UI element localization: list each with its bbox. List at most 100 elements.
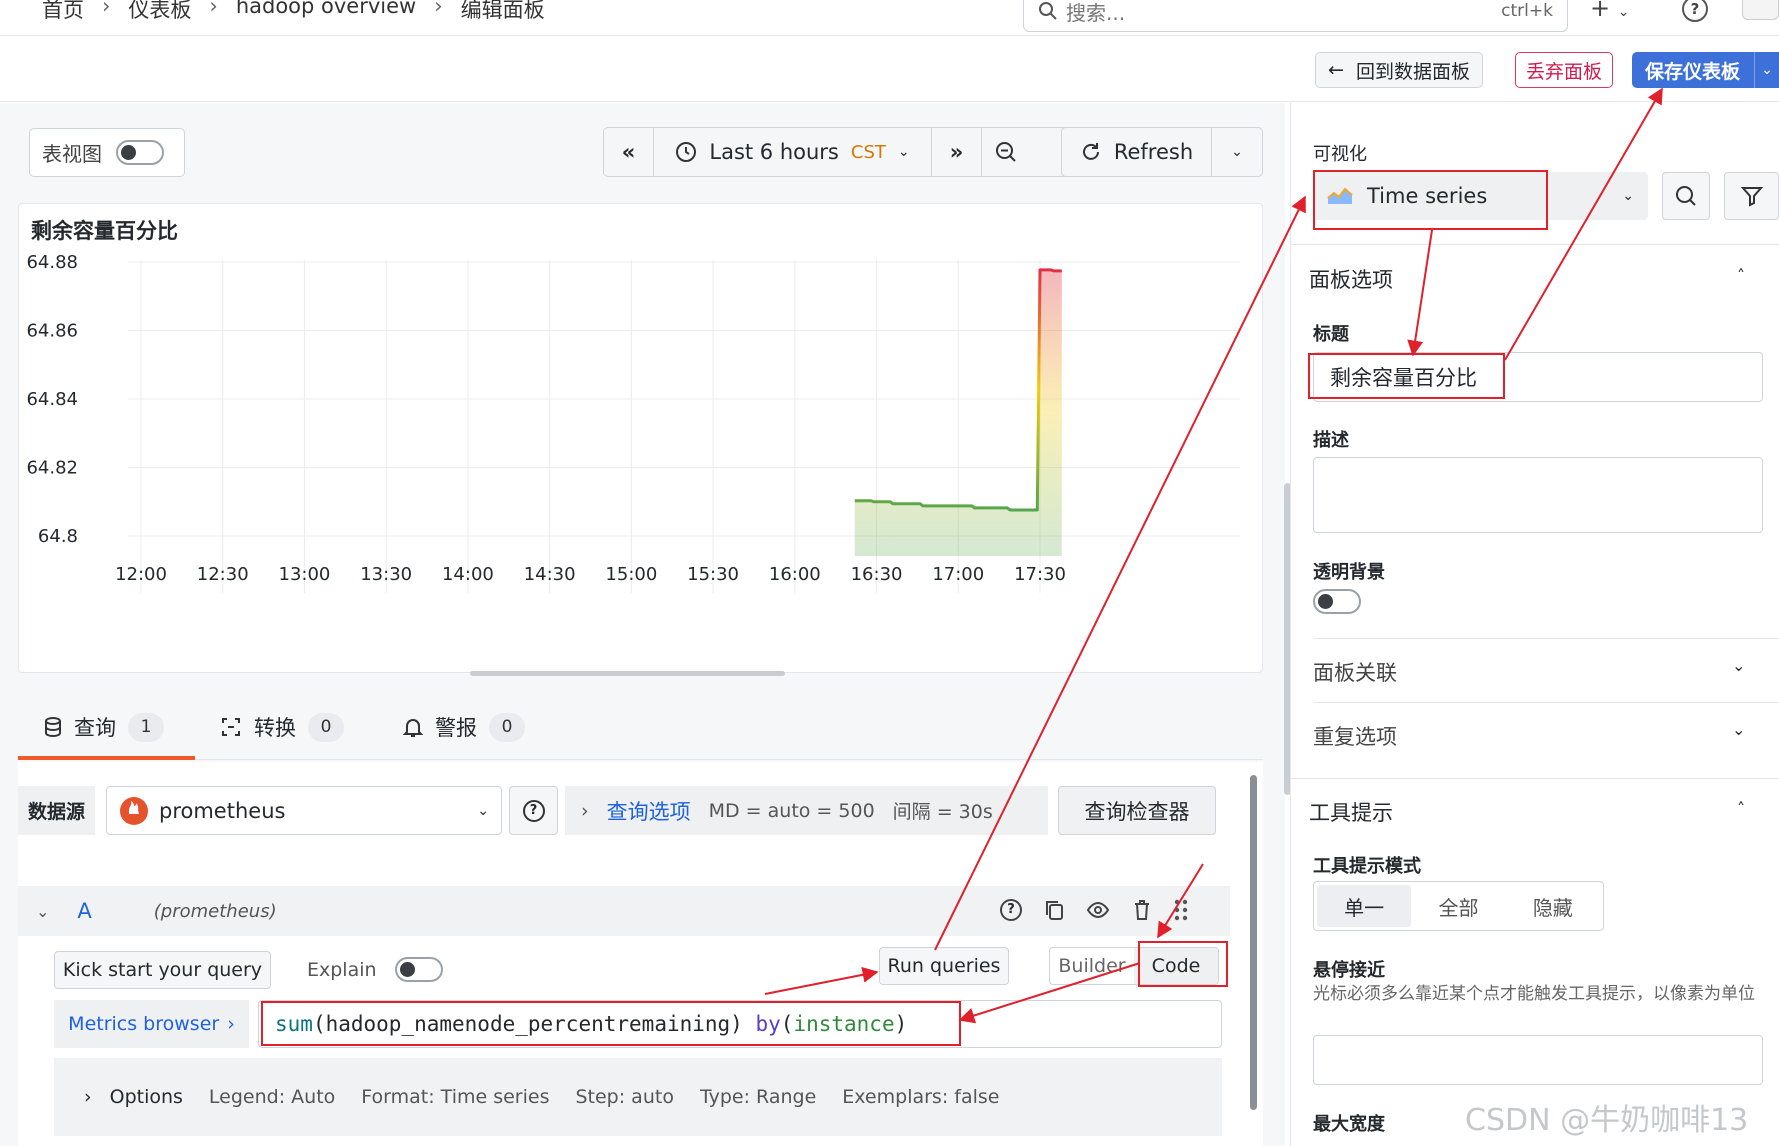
tab-queries-label: 查询 — [74, 716, 116, 740]
visualization-picker[interactable]: Time series ⌄ — [1313, 172, 1648, 220]
time-range-picker[interactable]: Last 6 hours CST ⌄ — [654, 128, 932, 176]
tab-alerts-count: 0 — [489, 712, 525, 742]
breadcrumb-dashboard[interactable]: hadoop overview — [236, 0, 416, 24]
chevron-right-icon: › — [209, 0, 218, 18]
options-format: Format: Time series — [361, 1086, 550, 1108]
query-options-link[interactable]: 查询选项 — [607, 796, 691, 826]
y-tick-label: 64.8 — [38, 526, 78, 547]
chevron-up-icon[interactable]: ˄ — [1737, 799, 1745, 818]
table-view-label: 表视图 — [42, 142, 102, 166]
query-ref-id[interactable]: A — [77, 899, 91, 923]
timezone-label: CST — [850, 141, 886, 163]
explain-label: Explain — [307, 958, 377, 981]
search-input[interactable]: 搜索... ctrl+k — [1023, 0, 1568, 32]
datasource-help-button[interactable]: ? — [509, 786, 558, 835]
search-options-button[interactable] — [1662, 172, 1710, 220]
query-inspector-button[interactable]: 查询检查器 — [1058, 786, 1216, 835]
builder-mode-button[interactable]: Builder — [1050, 948, 1134, 984]
discard-label: 丢弃面板 — [1525, 60, 1602, 83]
refresh-interval-dropdown[interactable]: ⌄ — [1212, 128, 1262, 176]
expr-function: sum — [275, 1012, 313, 1036]
promql-editor[interactable]: sum(hadoop_namenode_percentremaining) by… — [258, 1000, 1222, 1048]
tooltip-header[interactable]: 工具提示 — [1309, 797, 1393, 827]
time-shift-forward-button[interactable]: » — [932, 128, 982, 176]
metrics-browser-button[interactable]: Metrics browser › — [54, 1000, 249, 1048]
chart-scrollbar[interactable] — [470, 671, 785, 676]
x-tick-label: 15:00 — [605, 564, 657, 585]
expr-paren-open: ( — [780, 1012, 794, 1036]
table-view-toggle[interactable]: 表视图 — [29, 128, 185, 177]
time-shift-back-button[interactable]: « — [604, 128, 654, 176]
tooltip-mode-hidden[interactable]: 隐藏 — [1506, 885, 1600, 927]
title-input-value: 剩余容量百分比 — [1330, 366, 1477, 390]
explain-toggle[interactable]: Explain — [307, 957, 443, 982]
chevron-down-icon: ⌄ — [1622, 188, 1634, 204]
drag-handle-icon[interactable] — [1174, 898, 1188, 922]
chevron-right-icon: › — [84, 1086, 92, 1108]
options-type: Type: Range — [699, 1086, 817, 1108]
filter-options-button[interactable] — [1724, 172, 1779, 220]
visualization-value: Time series — [1367, 184, 1488, 208]
table-view-switch[interactable] — [116, 140, 164, 165]
query-scrollbar[interactable] — [1250, 775, 1257, 1110]
repeat-options-header[interactable]: 重复选项 — [1313, 721, 1397, 751]
discard-panel-button[interactable]: 丢弃面板 — [1515, 52, 1613, 88]
chevron-down-icon[interactable]: ⌄ — [1732, 656, 1745, 675]
query-options-bar[interactable]: › 查询选项 MD = auto = 500 间隔 = 30s — [565, 786, 1048, 835]
x-tick-label: 13:00 — [279, 564, 331, 585]
kick-start-query-button[interactable]: Kick start your query — [54, 951, 271, 989]
metrics-browser-label: Metrics browser — [68, 1013, 220, 1035]
datasource-label: 数据源 — [18, 786, 95, 835]
refresh-group: Refresh ⌄ — [1061, 127, 1263, 177]
back-to-dashboard-button[interactable]: ← 回到数据面板 — [1315, 52, 1483, 88]
new-menu-button[interactable]: + ⌄ — [1590, 0, 1629, 22]
description-textarea[interactable] — [1313, 457, 1763, 533]
trash-icon[interactable] — [1132, 899, 1152, 921]
plus-icon: + — [1590, 0, 1611, 22]
time-series-chart[interactable]: 64.88 64.86 64.84 64.82 64.8 12:00 12:30 13:00 1… — [18, 240, 1263, 670]
tab-alerts[interactable]: 警报 0 — [403, 712, 525, 742]
x-tick-label: 16:30 — [851, 564, 903, 585]
chevron-down-icon[interactable]: ⌄ — [36, 902, 49, 921]
chevron-up-icon[interactable]: ˄ — [1737, 266, 1745, 285]
options-label: Options — [109, 1086, 183, 1108]
options-step: Step: auto — [575, 1086, 674, 1108]
run-queries-button[interactable]: Run queries — [879, 947, 1009, 985]
x-tick-label: 15:30 — [687, 564, 739, 585]
zoom-out-button[interactable] — [982, 128, 1030, 176]
help-icon[interactable]: ? — [1000, 899, 1022, 921]
hover-proximity-input[interactable] — [1313, 1035, 1763, 1085]
tab-queries[interactable]: 查询 1 — [44, 712, 164, 742]
transparent-label: 透明背景 — [1313, 562, 1385, 583]
edit-action-bar — [0, 36, 1779, 102]
code-mode-button[interactable]: Code — [1134, 948, 1218, 984]
time-series-icon — [1327, 187, 1353, 204]
y-tick-label: 64.84 — [26, 389, 78, 410]
save-dashboard-button[interactable]: 保存仪表板 — [1632, 52, 1774, 88]
refresh-button[interactable]: Refresh — [1062, 128, 1212, 176]
copy-icon[interactable] — [1044, 899, 1064, 921]
transparent-switch[interactable] — [1313, 589, 1361, 614]
chevron-right-icon: › — [227, 1013, 235, 1035]
bell-icon — [403, 719, 423, 737]
save-label: 保存仪表板 — [1645, 60, 1741, 83]
tooltip-mode-all[interactable]: 全部 — [1411, 885, 1505, 927]
chevron-down-icon[interactable]: ⌄ — [1732, 720, 1745, 739]
eye-icon[interactable] — [1086, 900, 1110, 920]
datasource-select[interactable]: prometheus ⌄ — [106, 786, 502, 835]
chevron-down-icon: ⌄ — [1231, 144, 1243, 160]
explain-switch[interactable] — [394, 957, 443, 982]
breadcrumb-home[interactable]: 首页 — [42, 0, 84, 24]
chevron-down-icon[interactable]: ⌄ — [1754, 52, 1779, 88]
avatar[interactable] — [1742, 0, 1779, 20]
chevron-right-icon: › — [581, 799, 589, 822]
tab-transformations[interactable]: 转换 0 — [220, 712, 344, 742]
panel-options-header[interactable]: 面板选项 — [1309, 264, 1393, 294]
tab-transformations-count: 0 — [308, 712, 344, 742]
query-options-row[interactable]: › Options Legend: Auto Format: Time seri… — [54, 1058, 1222, 1136]
tooltip-mode-single[interactable]: 单一 — [1317, 885, 1412, 927]
breadcrumb-dashboards[interactable]: 仪表板 — [128, 0, 191, 24]
hover-proximity-label: 悬停接近 — [1313, 960, 1385, 981]
title-input[interactable]: 剩余容量百分比 — [1313, 352, 1763, 402]
panel-links-header[interactable]: 面板关联 — [1313, 657, 1397, 687]
